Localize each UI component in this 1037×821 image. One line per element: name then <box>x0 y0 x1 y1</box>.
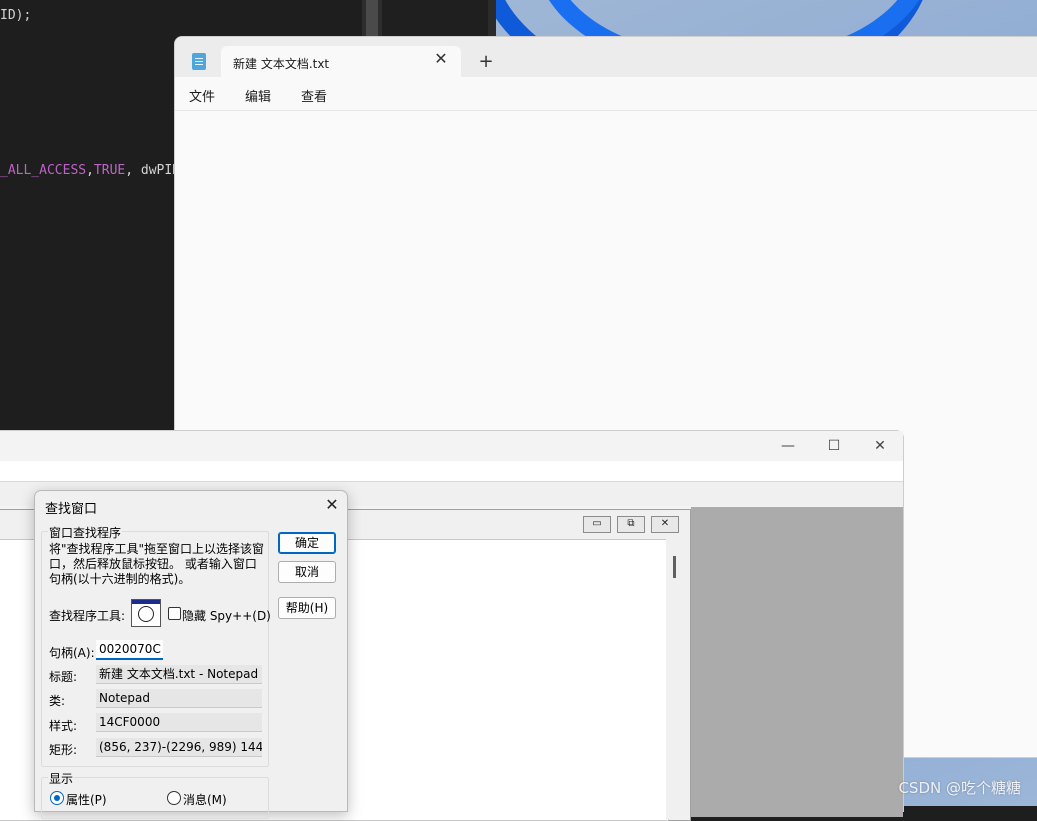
mdi-close-icon[interactable]: ✕ <box>651 516 679 533</box>
notepad-icon-line <box>195 64 203 65</box>
hide-spy-label[interactable]: 隐藏 Spy++(D) <box>182 607 271 624</box>
style-field: 14CF0000 <box>96 713 262 732</box>
code-line-2: _ALL_ACCESS,TRUE, dwPID <box>0 163 180 178</box>
class-field: Notepad <box>96 689 262 708</box>
handle-label: 句柄(A): <box>49 646 95 660</box>
cancel-button[interactable]: 取消 <box>278 561 336 583</box>
spy-menu-bar <box>0 461 903 481</box>
messages-radio[interactable] <box>167 791 181 805</box>
code-true-token: TRUE <box>93 163 126 178</box>
dialog-title: 查找窗口 <box>45 502 98 517</box>
spy-mdi-background <box>691 507 903 817</box>
style-label: 样式: <box>49 719 78 733</box>
help-button[interactable]: 帮助(H) <box>278 597 336 619</box>
properties-radio[interactable] <box>50 791 64 805</box>
notepad-app-icon <box>192 53 206 70</box>
minimize-icon[interactable]: — <box>765 434 811 458</box>
ok-button[interactable]: 确定 <box>278 532 336 554</box>
radio-selected-dot <box>54 795 60 801</box>
new-tab-button[interactable]: + <box>475 51 497 73</box>
find-window-dialog: 查找窗口 ✕ 窗口查找程序 将"查找程序工具"拖至窗口上以选择该窗口，然后释放鼠… <box>34 490 348 819</box>
properties-radio-label[interactable]: 属性(P) <box>66 791 107 808</box>
crosshair-icon <box>138 606 154 622</box>
class-label: 类: <box>49 694 66 708</box>
mdi-minimize-icon[interactable]: ▭ <box>583 516 611 533</box>
finder-tool-label: 查找程序工具: <box>49 609 126 623</box>
finder-description: 将"查找程序工具"拖至窗口上以选择该窗口，然后释放鼠标按钮。 或者输入窗口句柄(… <box>49 542 265 586</box>
notepad-tab[interactable]: 新建 文本文档.txt ✕ <box>221 46 461 78</box>
notepad-menu-bar: 文件 编辑 查看 <box>175 77 1037 111</box>
rect-field: (856, 237)-(2296, 989) 1440x752 <box>96 738 262 757</box>
handle-input[interactable]: 0020070C <box>96 640 163 660</box>
finder-tool-icon[interactable] <box>131 599 161 627</box>
caption-field: 新建 文本文档.txt - Notepad <box>96 665 262 684</box>
caption-label: 标题: <box>49 670 78 684</box>
notepad-tab-title: 新建 文本文档.txt <box>233 57 330 71</box>
code-sep-token-2: , <box>125 163 141 178</box>
code-macro-token: _ALL_ACCESS <box>0 163 87 178</box>
menu-file[interactable]: 文件 <box>189 86 215 105</box>
hide-spy-checkbox[interactable] <box>168 607 181 620</box>
spy-tree-scrollbar[interactable] <box>666 539 682 819</box>
tab-close-icon[interactable]: ✕ <box>431 49 451 69</box>
notepad-tab-bar: 新建 文本文档.txt ✕ + <box>175 37 1037 78</box>
code-line-1: ID); <box>0 8 32 23</box>
spy-title-bar[interactable]: — ☐ ✕ <box>0 431 903 461</box>
spy-tree-scroll-thumb[interactable] <box>673 556 676 578</box>
maximize-icon[interactable]: ☐ <box>811 434 857 458</box>
show-group-label: 显示 <box>48 770 75 787</box>
mdi-restore-icon[interactable]: ⧉ <box>617 516 645 533</box>
menu-edit[interactable]: 编辑 <box>245 86 271 105</box>
finder-tool-bar <box>132 600 160 604</box>
dialog-close-icon[interactable]: ✕ <box>321 494 343 516</box>
csdn-watermark: CSDN @吃个糖糖 <box>898 779 1021 797</box>
code-sep-token: , <box>86 163 94 178</box>
notepad-icon-line <box>195 61 203 62</box>
notepad-icon-line <box>195 58 203 59</box>
messages-radio-label[interactable]: 消息(M) <box>183 791 227 808</box>
rect-label: 矩形: <box>49 743 78 757</box>
editor-scroll-thumb[interactable] <box>366 0 378 36</box>
close-icon[interactable]: ✕ <box>857 434 903 458</box>
finder-group-label: 窗口查找程序 <box>48 524 123 541</box>
menu-view[interactable]: 查看 <box>301 86 327 105</box>
